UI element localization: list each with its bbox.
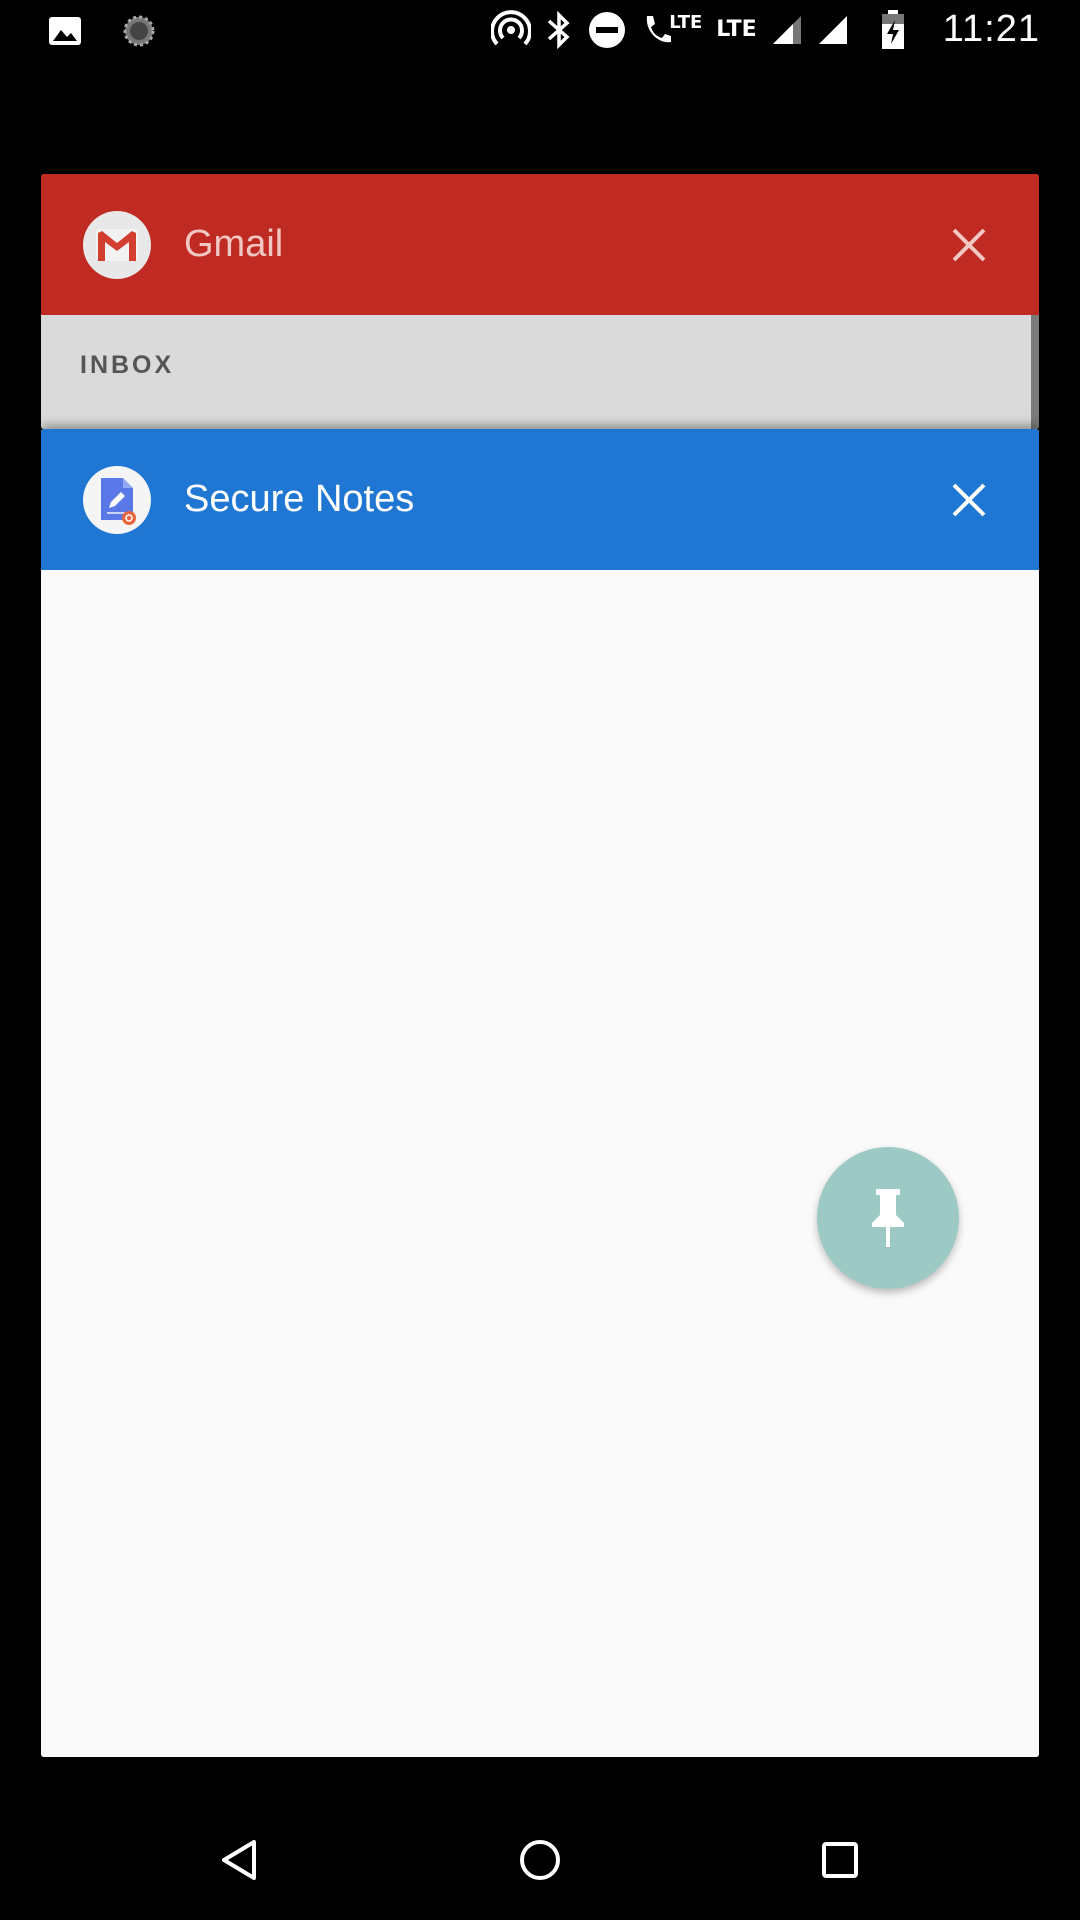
close-icon — [952, 483, 986, 516]
gmail-card-header[interactable]: Gmail — [41, 174, 1039, 315]
inbox-label: INBOX — [80, 351, 175, 379]
recents-screen: LTE LTE 11:21 Gmail INBOX Secure Notes — [0, 0, 1080, 1920]
status-bar: LTE LTE 11:21 — [0, 0, 1080, 63]
image-icon — [48, 16, 82, 46]
bluetooth-icon — [545, 10, 573, 50]
close-gmail-button[interactable] — [944, 220, 994, 270]
back-icon — [222, 1840, 256, 1880]
home-icon — [520, 1840, 560, 1880]
volte-call-icon: LTE — [641, 12, 702, 48]
secure-notes-app-icon — [83, 465, 151, 534]
clock: 11:21 — [942, 8, 1040, 50]
pin-icon — [872, 1189, 904, 1247]
hotspot-icon — [491, 9, 532, 50]
lte-label: LTE — [716, 17, 757, 42]
scroll-edge — [1031, 315, 1039, 429]
sync-spinner-icon — [122, 14, 156, 48]
gmail-recent-card[interactable]: Gmail INBOX — [41, 174, 1039, 429]
secure-notes-card-title: Secure Notes — [184, 478, 415, 520]
home-button[interactable] — [510, 1830, 570, 1890]
signal-icon — [817, 14, 849, 46]
close-secure-notes-button[interactable] — [944, 475, 994, 525]
screen-pin-button[interactable] — [817, 1147, 959, 1289]
gmail-card-title: Gmail — [184, 223, 284, 265]
do-not-disturb-icon — [587, 10, 627, 50]
gmail-preview[interactable]: INBOX — [41, 315, 1039, 429]
navigation-bar — [0, 1800, 1080, 1920]
lte-label: LTE — [669, 11, 703, 33]
secure-notes-card-header[interactable]: Secure Notes — [41, 429, 1039, 570]
close-icon — [952, 228, 986, 261]
secure-notes-recent-card[interactable]: Secure Notes — [41, 429, 1039, 1757]
back-button[interactable] — [210, 1830, 270, 1890]
signal-icon — [771, 14, 803, 46]
battery-charging-icon — [881, 9, 905, 50]
gmail-icon — [83, 210, 151, 279]
recents-button[interactable] — [810, 1830, 870, 1890]
recents-icon — [822, 1842, 858, 1878]
